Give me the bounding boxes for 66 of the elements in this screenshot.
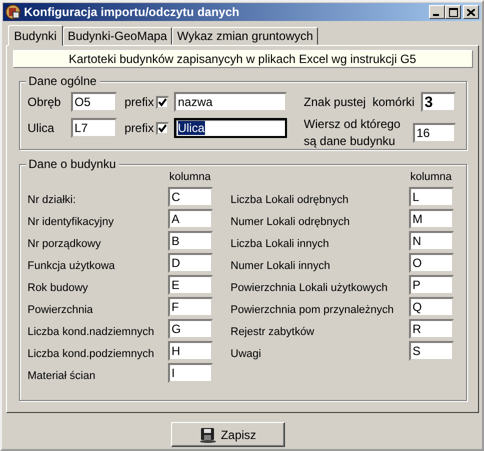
field-label: Uwagi (230, 348, 262, 361)
tab[interactable]: Budynki-GeoMapa (62, 27, 172, 45)
field-label: Nr porządkowy (28, 238, 102, 251)
tab[interactable]: Budynki (8, 25, 63, 46)
column-header: kolumna (169, 171, 211, 184)
check-icon (158, 124, 167, 132)
field-label: Funkcja użytkowa (28, 260, 116, 273)
input-field[interactable]: M (408, 209, 454, 229)
save-button[interactable]: Zapisz (170, 422, 284, 447)
field-label: Numer Lokali odrębnych (230, 216, 351, 229)
checkbox[interactable] (156, 122, 169, 134)
checkbox-label: prefix (124, 95, 154, 109)
checkbox-label: prefix (124, 121, 154, 135)
field-label: Wiersz od którego są dane budynku (304, 116, 400, 150)
window-title: Konfiguracja importu/odczytu danych (24, 5, 240, 19)
input-field[interactable]: 16 (412, 123, 456, 143)
field-label: Powierzchnia (28, 304, 94, 317)
field-label: Rok budowy (28, 282, 90, 295)
field-label: Liczba kond.podziemnych (28, 348, 156, 361)
maximize-button[interactable] (445, 5, 461, 19)
check-icon (158, 98, 167, 106)
input-field[interactable]: D (168, 253, 212, 273)
input-field[interactable]: I (168, 363, 212, 383)
input-field[interactable]: E (168, 275, 212, 295)
info-banner: Kartoteki budynków zapisanycyh w plikach Excel wg instrukcji G5 (12, 50, 472, 68)
input-field[interactable]: B (168, 231, 212, 251)
input-field[interactable]: L7 (70, 118, 116, 138)
field-label: Liczba Lokali odrębnych (230, 194, 350, 207)
field-label: Liczba kond.nadziemnych (28, 326, 156, 339)
input-field[interactable]: O (408, 253, 454, 273)
input-field[interactable]: G (168, 319, 212, 339)
minimize-button[interactable] (429, 5, 445, 19)
group-title: Dane ogólne (26, 74, 100, 88)
input-field[interactable]: S (408, 341, 454, 361)
input-field[interactable]: A (168, 209, 212, 229)
field-label: Ulica (28, 121, 56, 135)
field-label: Powierzchnia Lokali użytkowych (230, 282, 389, 295)
field-label: Numer Lokali innych (230, 260, 332, 273)
input-field[interactable]: Q (408, 297, 454, 317)
input-field[interactable]: O5 (70, 92, 116, 112)
input-field[interactable]: L (408, 187, 454, 207)
input-field[interactable]: 3 (420, 92, 456, 112)
field-label: Nr identyfikacyjny (28, 216, 115, 229)
input-field[interactable]: C (168, 187, 212, 207)
input-field[interactable]: P (408, 275, 454, 295)
input-field[interactable]: nazwa (174, 92, 287, 112)
column-header: kolumna (410, 171, 452, 184)
field-label: Powierzchnia pom przynależnych (230, 304, 395, 317)
input-field[interactable]: R (408, 319, 454, 339)
field-label: Obręb (28, 95, 62, 109)
checkbox[interactable] (156, 96, 169, 108)
close-button[interactable] (463, 5, 479, 19)
input-field[interactable]: Ulica (174, 118, 287, 138)
app-icon (5, 4, 21, 20)
tab[interactable]: Wykaz zmian gruntowych (172, 27, 318, 45)
field-label: Rejestr zabytków (230, 326, 316, 339)
field-label: Liczba Lokali innych (230, 238, 330, 251)
field-label: Materiał ścian (28, 370, 96, 383)
close-icon (467, 8, 475, 16)
field-label: Nr działki: (28, 194, 77, 207)
input-field[interactable]: H (168, 341, 212, 361)
group-title: Dane o budynku (26, 157, 119, 171)
maximize-icon (448, 8, 458, 16)
field-label: Znak pustej komórki (304, 94, 414, 110)
input-field[interactable]: N (408, 231, 454, 251)
input-field[interactable]: F (168, 297, 212, 317)
